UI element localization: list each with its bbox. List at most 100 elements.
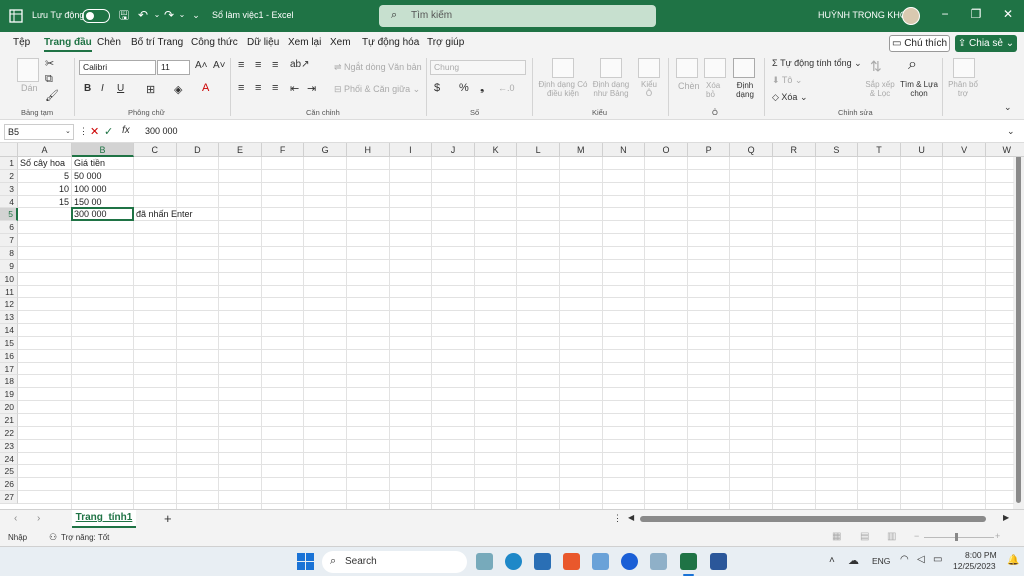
row-header-14[interactable]: 14 bbox=[0, 324, 18, 337]
font-name-dropdown[interactable]: Calibri bbox=[79, 60, 156, 75]
name-box-dropdown-icon[interactable]: ⌄ bbox=[65, 127, 71, 135]
cell-b5[interactable]: 300 000 bbox=[74, 208, 107, 220]
zoom-in-icon[interactable]: + bbox=[995, 531, 1000, 541]
show-hidden-icons[interactable]: ˄ bbox=[829, 555, 835, 566]
cell-b1[interactable]: Giá tiền bbox=[74, 157, 105, 169]
find-select-label[interactable]: Tìm & Lựa chọn bbox=[899, 80, 939, 98]
accessibility-icon[interactable]: ⚇ bbox=[49, 532, 57, 543]
column-header-a[interactable]: A bbox=[18, 143, 72, 157]
italic-icon[interactable]: I bbox=[101, 83, 104, 94]
autosum-button[interactable]: Σ Tự động tính tổng ⌄ bbox=[772, 58, 862, 69]
column-header-n[interactable]: N bbox=[602, 143, 646, 157]
insert-cells-label[interactable]: Chèn bbox=[678, 81, 700, 91]
tab-split-handle[interactable]: ⋮ bbox=[613, 513, 622, 524]
row-header-11[interactable]: 11 bbox=[0, 285, 18, 299]
minimize-icon[interactable]: − bbox=[938, 7, 952, 23]
column-header-g[interactable]: G bbox=[304, 143, 347, 157]
row-header-21[interactable]: 21 bbox=[0, 414, 18, 427]
number-format-dropdown[interactable]: Chung bbox=[430, 60, 526, 75]
delete-cells-icon[interactable] bbox=[704, 58, 726, 78]
row-header-10[interactable]: 10 bbox=[0, 272, 18, 286]
format-as-table-label[interactable]: Định dạng như Bảng bbox=[590, 80, 632, 98]
sheet-tab-active[interactable]: Trang_tính1 bbox=[72, 510, 136, 528]
menu-automate[interactable]: Tự động hóa bbox=[362, 37, 419, 48]
word-taskbar-icon[interactable] bbox=[710, 553, 727, 570]
analyze-data-icon[interactable] bbox=[953, 58, 975, 78]
clock-date[interactable]: 12/25/2023 bbox=[953, 561, 996, 571]
row-header-24[interactable]: 24 bbox=[0, 452, 18, 466]
cell-styles-icon[interactable] bbox=[638, 58, 660, 78]
language-indicator[interactable]: ENG bbox=[872, 556, 890, 566]
redo-icon[interactable]: ↷ bbox=[162, 8, 176, 22]
merge-center-button[interactable]: ⊟ Phối & Căn giữa ⌄ bbox=[334, 84, 420, 95]
row-header-26[interactable]: 26 bbox=[0, 478, 18, 492]
column-header-o[interactable]: O bbox=[645, 143, 688, 157]
percent-icon[interactable]: % bbox=[459, 82, 469, 94]
font-color-icon[interactable]: A bbox=[202, 82, 209, 94]
font-size-dropdown[interactable]: 11 bbox=[157, 60, 190, 75]
normal-view-icon[interactable]: ▦ bbox=[832, 531, 841, 542]
column-header-b[interactable]: B bbox=[72, 143, 134, 157]
add-sheet-icon[interactable]: + bbox=[164, 511, 172, 526]
align-top-icon[interactable]: ≡ bbox=[238, 59, 244, 71]
save-icon[interactable]: 🖫 bbox=[117, 8, 131, 22]
cell-b4[interactable]: 150 00 bbox=[74, 196, 102, 208]
vertical-scroll-thumb[interactable] bbox=[1016, 155, 1021, 503]
row-header-5[interactable]: 5 bbox=[0, 208, 18, 222]
avatar[interactable] bbox=[902, 7, 920, 25]
insert-function-icon[interactable]: fx bbox=[122, 125, 130, 136]
zoom-out-icon[interactable]: − bbox=[914, 531, 919, 541]
menu-file[interactable]: Tệp bbox=[13, 37, 30, 48]
comments-button[interactable]: ▭ Chú thích bbox=[889, 35, 950, 52]
cell-b2[interactable]: 50 000 bbox=[74, 170, 102, 182]
paste-icon[interactable] bbox=[17, 58, 39, 82]
notification-bell-icon[interactable]: 🔔 bbox=[1007, 555, 1019, 566]
row-header-7[interactable]: 7 bbox=[0, 234, 18, 247]
row-header-3[interactable]: 3 bbox=[0, 182, 18, 196]
format-as-table-icon[interactable] bbox=[600, 58, 622, 78]
bold-icon[interactable]: B bbox=[84, 83, 91, 94]
formula-input[interactable]: 300 000 bbox=[145, 126, 178, 136]
analysis-addin-label[interactable]: Phân bổ trợ bbox=[948, 80, 978, 98]
close-icon[interactable]: ✕ bbox=[1001, 7, 1015, 23]
search-box[interactable]: ⌕ Tìm kiếm bbox=[379, 5, 656, 27]
brave-browser-icon[interactable] bbox=[563, 553, 580, 570]
cell-c5[interactable]: đã nhấn Enter bbox=[136, 208, 193, 220]
column-header-i[interactable]: I bbox=[389, 143, 433, 157]
menu-page-layout[interactable]: Bố trí Trang bbox=[131, 37, 183, 48]
more-options-icon[interactable]: ⋮ bbox=[79, 126, 88, 137]
row-header-9[interactable]: 9 bbox=[0, 259, 18, 273]
menu-review[interactable]: Xem lại bbox=[288, 37, 321, 48]
cell-a2[interactable]: 5 bbox=[20, 170, 69, 182]
windows-start-icon[interactable] bbox=[297, 553, 314, 570]
clear-button[interactable]: ◇ Xóa ⌄ bbox=[772, 92, 807, 103]
column-header-f[interactable]: F bbox=[261, 143, 305, 157]
cell-a3[interactable]: 10 bbox=[20, 183, 69, 195]
cut-icon[interactable]: ✂ bbox=[45, 57, 54, 70]
column-header-c[interactable]: C bbox=[134, 143, 177, 157]
column-header-p[interactable]: P bbox=[687, 143, 731, 157]
widgets-icon[interactable] bbox=[476, 553, 493, 570]
align-left-icon[interactable]: ≡ bbox=[238, 82, 244, 94]
menu-insert[interactable]: Chèn bbox=[97, 37, 121, 48]
wrap-text-button[interactable]: ⇌ Ngắt dòng Văn bản bbox=[334, 62, 422, 73]
column-header-t[interactable]: T bbox=[858, 143, 901, 157]
align-bottom-icon[interactable]: ≡ bbox=[272, 59, 278, 71]
accessibility-status[interactable]: Trợ năng: Tốt bbox=[61, 533, 109, 542]
page-layout-view-icon[interactable]: ▤ bbox=[860, 531, 869, 542]
format-painter-icon[interactable]: 🖌 bbox=[45, 89, 59, 102]
sort-filter-icon[interactable]: ⇅ bbox=[870, 58, 882, 75]
row-header-4[interactable]: 4 bbox=[0, 195, 18, 209]
menu-data[interactable]: Dữ liệu bbox=[247, 37, 279, 48]
copy-icon[interactable]: ⧉ bbox=[45, 73, 53, 86]
fill-color-icon[interactable]: ◈ bbox=[174, 83, 182, 96]
underline-icon[interactable]: U bbox=[117, 83, 124, 94]
column-header-j[interactable]: J bbox=[432, 143, 475, 157]
network-sync-icon[interactable]: ☁ bbox=[848, 554, 859, 567]
next-sheet-icon[interactable]: › bbox=[37, 513, 40, 524]
currency-icon[interactable]: $ bbox=[434, 82, 440, 94]
user-name[interactable]: HUỲNH TRỌNG KHOA bbox=[818, 10, 913, 20]
cell-a4[interactable]: 15 bbox=[20, 196, 69, 208]
comma-style-icon[interactable]: ❟ bbox=[480, 82, 484, 95]
autosave-toggle[interactable] bbox=[82, 9, 110, 23]
